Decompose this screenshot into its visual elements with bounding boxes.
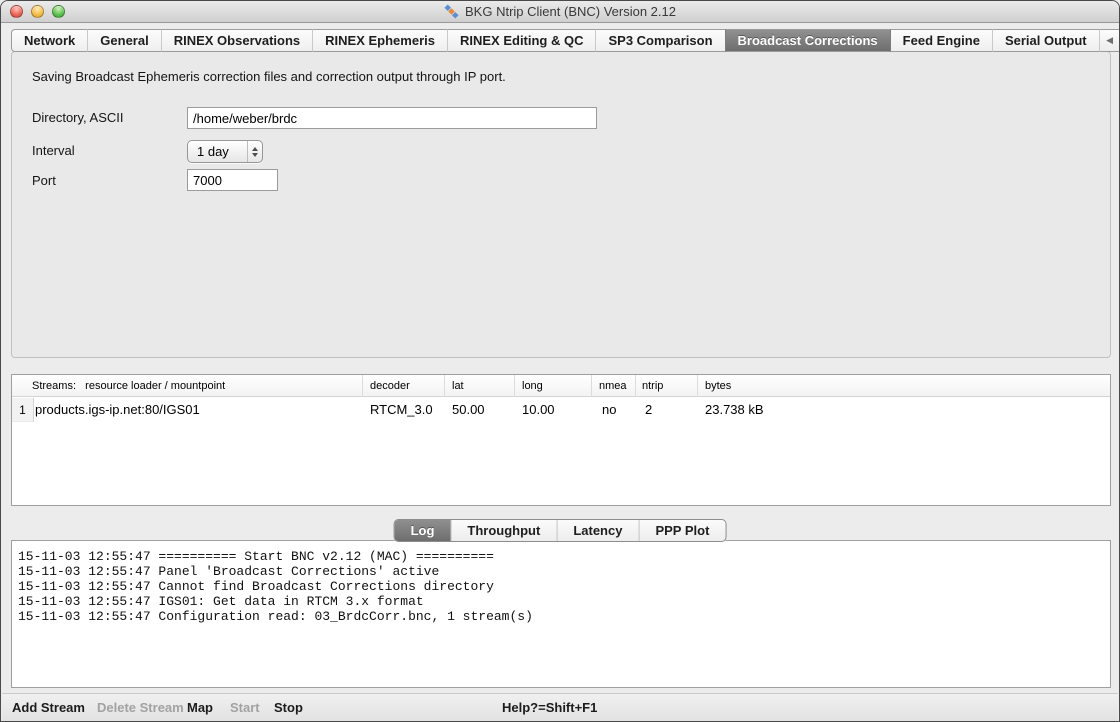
- help-shortcut-text: Help?=Shift+F1: [502, 694, 597, 722]
- tab-ppp-plot[interactable]: PPP Plot: [638, 520, 725, 541]
- tab-broadcast-corrections[interactable]: Broadcast Corrections: [725, 29, 890, 52]
- streams-table: Streams: resource loader / mountpoint de…: [11, 374, 1111, 506]
- cell-nmea[interactable]: no: [602, 398, 616, 422]
- combo-stepper-icon: [247, 141, 262, 162]
- tab-network[interactable]: Network: [11, 29, 87, 52]
- header-separator: [514, 375, 515, 397]
- tab-latency[interactable]: Latency: [556, 520, 638, 541]
- bnc-window: BKG Ntrip Client (BNC) Version 2.12 Netw…: [0, 0, 1120, 722]
- broadcast-corrections-pane: Saving Broadcast Ephemeris correction fi…: [11, 51, 1111, 358]
- column-header-nmea[interactable]: nmea: [599, 375, 627, 397]
- cell-decoder[interactable]: RTCM_3.0: [370, 398, 433, 422]
- window-title: BKG Ntrip Client (BNC) Version 2.12: [465, 4, 676, 19]
- directory-ascii-label: Directory, ASCII: [32, 107, 124, 129]
- column-header-ntrip[interactable]: ntrip: [642, 375, 663, 397]
- tab-rinex-ephemeris[interactable]: RINEX Ephemeris: [312, 29, 447, 52]
- interval-select[interactable]: 1 day: [187, 140, 263, 163]
- add-stream-button[interactable]: Add Stream: [12, 694, 85, 722]
- header-separator: [444, 375, 445, 397]
- column-header-mountpoint[interactable]: Streams: resource loader / mountpoint: [32, 375, 225, 397]
- interval-label: Interval: [32, 140, 75, 162]
- cell-bytes[interactable]: 23.738 kB: [705, 398, 764, 422]
- log-tab-bar: Log Throughput Latency PPP Plot: [394, 519, 727, 542]
- main-tab-bar: Network General RINEX Observations RINEX…: [11, 29, 1111, 52]
- header-separator: [591, 375, 592, 397]
- tab-general[interactable]: General: [87, 29, 160, 52]
- row-number: 1: [12, 398, 34, 422]
- tab-throughput[interactable]: Throughput: [450, 520, 556, 541]
- stop-button[interactable]: Stop: [274, 694, 303, 722]
- log-line: 15-11-03 12:55:47 Panel 'Broadcast Corre…: [18, 564, 1104, 579]
- column-header-decoder[interactable]: decoder: [370, 375, 410, 397]
- bnc-app-icon: [444, 4, 459, 19]
- map-button[interactable]: Map: [187, 694, 213, 722]
- log-line: 15-11-03 12:55:47 Configuration read: 03…: [18, 609, 1104, 624]
- port-input[interactable]: [187, 169, 278, 191]
- tab-rinex-editing-qc[interactable]: RINEX Editing & QC: [447, 29, 596, 52]
- tab-sp3-comparison[interactable]: SP3 Comparison: [595, 29, 724, 52]
- bottom-button-bar: Add Stream Delete Stream Map Start Stop …: [2, 693, 1118, 721]
- log-output[interactable]: 15-11-03 12:55:47 ========== Start BNC v…: [11, 540, 1111, 688]
- chevron-left-icon: ◀: [1106, 35, 1113, 46]
- header-separator: [362, 375, 363, 397]
- directory-ascii-input[interactable]: [187, 107, 597, 129]
- cell-lat[interactable]: 50.00: [452, 398, 485, 422]
- port-label: Port: [32, 170, 56, 192]
- interval-selected-value: 1 day: [188, 144, 247, 159]
- tab-rinex-observations[interactable]: RINEX Observations: [161, 29, 312, 52]
- tab-serial-output[interactable]: Serial Output: [992, 29, 1099, 52]
- column-header-long[interactable]: long: [522, 375, 543, 397]
- log-line: 15-11-03 12:55:47 Cannot find Broadcast …: [18, 579, 1104, 594]
- header-separator: [697, 375, 698, 397]
- titlebar-center: BKG Ntrip Client (BNC) Version 2.12: [1, 1, 1119, 22]
- cell-mountpoint[interactable]: products.igs-ip.net:80/IGS01: [35, 398, 200, 422]
- pane-description: Saving Broadcast Ephemeris correction fi…: [32, 69, 506, 84]
- cell-ntrip[interactable]: 2: [645, 398, 652, 422]
- tab-log[interactable]: Log: [395, 520, 451, 541]
- header-separator: [635, 375, 636, 397]
- titlebar: BKG Ntrip Client (BNC) Version 2.12: [1, 1, 1119, 23]
- log-line: 15-11-03 12:55:47 IGS01: Get data in RTC…: [18, 594, 1104, 609]
- tab-feed-engine[interactable]: Feed Engine: [890, 29, 992, 52]
- delete-stream-button[interactable]: Delete Stream: [97, 694, 184, 722]
- column-header-bytes[interactable]: bytes: [705, 375, 731, 397]
- streams-table-header: Streams: resource loader / mountpoint de…: [12, 375, 1110, 397]
- tab-scroll-left-button[interactable]: ◀: [1099, 29, 1120, 52]
- cell-long[interactable]: 10.00: [522, 398, 555, 422]
- log-line: 15-11-03 12:55:47 ========== Start BNC v…: [18, 549, 1104, 564]
- column-header-lat[interactable]: lat: [452, 375, 464, 397]
- start-button[interactable]: Start: [230, 694, 260, 722]
